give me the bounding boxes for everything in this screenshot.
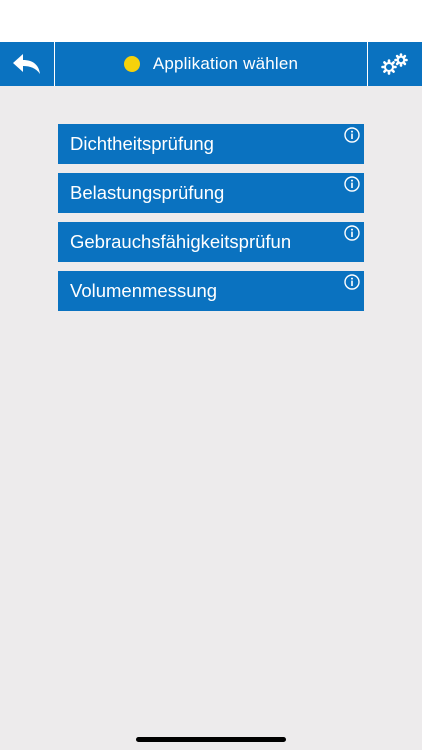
- info-icon[interactable]: [344, 176, 360, 192]
- info-icon[interactable]: [344, 274, 360, 290]
- application-item-gebrauchsfaehigkeitspruefung[interactable]: Gebrauchsfähigkeitsprüfun: [58, 222, 364, 262]
- settings-button[interactable]: [367, 42, 422, 86]
- application-item-volumenmessung[interactable]: Volumenmessung: [58, 271, 364, 311]
- application-label: Gebrauchsfähigkeitsprüfun: [70, 231, 292, 252]
- application-label: Dichtheitsprüfung: [70, 133, 214, 154]
- application-label: Volumenmessung: [70, 280, 218, 301]
- status-bar: [0, 0, 422, 42]
- app-header: Applikation wählen: [0, 42, 422, 86]
- application-item-belastungspruefung[interactable]: Belastungsprüfung: [58, 173, 364, 213]
- home-indicator[interactable]: [136, 737, 286, 742]
- info-icon[interactable]: [344, 225, 360, 241]
- application-label: Belastungsprüfung: [70, 182, 225, 203]
- status-dot: [123, 56, 140, 72]
- gears-icon: [381, 53, 408, 75]
- info-icon[interactable]: [344, 127, 360, 143]
- page-title: Applikation wählen: [152, 54, 299, 73]
- back-button[interactable]: [0, 42, 55, 86]
- application-list: Dichtheitsprüfung Belastungsprüfung Gebr…: [58, 124, 364, 320]
- back-arrow-icon: [13, 54, 40, 74]
- application-item-dichtheitspruefung[interactable]: Dichtheitsprüfung: [58, 124, 364, 164]
- header-title-area: Applikation wählen: [55, 42, 367, 86]
